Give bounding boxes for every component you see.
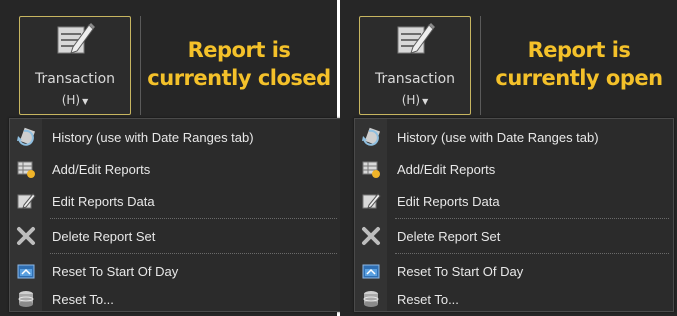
edit-data-icon bbox=[355, 185, 387, 217]
edit-document-icon bbox=[397, 23, 435, 54]
transaction-button[interactable]: Transaction (H) ▼ bbox=[359, 16, 471, 115]
ribbon-separator bbox=[480, 16, 481, 115]
panel-report-open: Transaction (H) ▼ Report is currently ope… bbox=[340, 0, 677, 316]
status-line-1: Report is bbox=[527, 38, 631, 62]
menu-item-reset-to[interactable]: Reset To... bbox=[10, 283, 341, 315]
screenshot-stage: Transaction (H) ▼ Report is currently clo… bbox=[0, 0, 677, 316]
menu-divider bbox=[395, 253, 669, 254]
menu-item-history[interactable]: History (use with Date Ranges tab) bbox=[355, 121, 673, 153]
menu-item-history[interactable]: History (use with Date Ranges tab) bbox=[10, 121, 341, 153]
menu-item-label: Add/Edit Reports bbox=[52, 161, 151, 177]
menu-item-add-edit-reports[interactable]: Add/Edit Reports bbox=[355, 153, 673, 185]
menu-item-add-edit-reports[interactable]: Add/Edit Reports bbox=[10, 153, 341, 185]
add-edit-reports-icon bbox=[355, 153, 387, 185]
add-edit-reports-icon bbox=[10, 153, 42, 185]
reset-database-icon bbox=[10, 283, 42, 315]
menu-item-edit-reports-data[interactable]: Edit Reports Data bbox=[355, 185, 673, 217]
menu-item-label: Edit Reports Data bbox=[397, 193, 500, 209]
ribbon-separator bbox=[140, 16, 141, 115]
ribbon: Transaction (H) ▼ Report is currently clo… bbox=[0, 0, 337, 120]
transaction-dropdown-menu: History (use with Date Ranges tab) Add/E… bbox=[9, 118, 342, 312]
menu-item-delete-report-set[interactable]: Delete Report Set bbox=[355, 220, 673, 252]
transaction-shortcut: (H) ▼ bbox=[401, 93, 429, 107]
transaction-label: Transaction bbox=[374, 71, 456, 87]
menu-item-label: Reset To Start Of Day bbox=[397, 263, 524, 279]
history-icon bbox=[10, 121, 42, 153]
menu-item-label: History (use with Date Ranges tab) bbox=[397, 129, 599, 145]
edit-data-icon bbox=[10, 185, 42, 217]
chevron-down-icon: ▼ bbox=[422, 97, 429, 106]
transaction-button[interactable]: Transaction (H) ▼ bbox=[19, 16, 131, 115]
menu-item-label: History (use with Date Ranges tab) bbox=[52, 129, 254, 145]
transaction-shortcut: (H) ▼ bbox=[61, 93, 89, 107]
menu-divider bbox=[50, 253, 337, 254]
delete-x-icon bbox=[10, 220, 42, 252]
transaction-label: Transaction bbox=[34, 71, 116, 87]
menu-item-label: Reset To... bbox=[52, 291, 114, 307]
menu-divider bbox=[395, 218, 669, 219]
ribbon: Transaction (H) ▼ Report is currently ope… bbox=[340, 0, 677, 120]
chevron-down-icon: ▼ bbox=[82, 97, 89, 106]
menu-item-label: Reset To... bbox=[397, 291, 459, 307]
menu-item-reset-to[interactable]: Reset To... bbox=[355, 283, 673, 315]
report-status: Report is currently closed bbox=[146, 36, 332, 92]
transaction-dropdown-menu: History (use with Date Ranges tab) Add/E… bbox=[354, 118, 674, 312]
status-line-1: Report is bbox=[187, 38, 291, 62]
edit-document-icon bbox=[57, 23, 95, 54]
menu-item-label: Edit Reports Data bbox=[52, 193, 155, 209]
menu-item-label: Reset To Start Of Day bbox=[52, 263, 179, 279]
status-line-2: currently open bbox=[495, 66, 663, 90]
menu-item-label: Delete Report Set bbox=[52, 228, 156, 244]
status-line-2: currently closed bbox=[147, 66, 331, 90]
menu-item-label: Delete Report Set bbox=[397, 228, 501, 244]
panel-report-closed: Transaction (H) ▼ Report is currently clo… bbox=[0, 0, 342, 316]
menu-divider bbox=[50, 218, 337, 219]
report-status: Report is currently open bbox=[486, 36, 672, 92]
menu-item-edit-reports-data[interactable]: Edit Reports Data bbox=[10, 185, 341, 217]
history-icon bbox=[355, 121, 387, 153]
menu-item-label: Add/Edit Reports bbox=[397, 161, 496, 177]
reset-database-icon bbox=[355, 283, 387, 315]
menu-item-delete-report-set[interactable]: Delete Report Set bbox=[10, 220, 341, 252]
delete-x-icon bbox=[355, 220, 387, 252]
